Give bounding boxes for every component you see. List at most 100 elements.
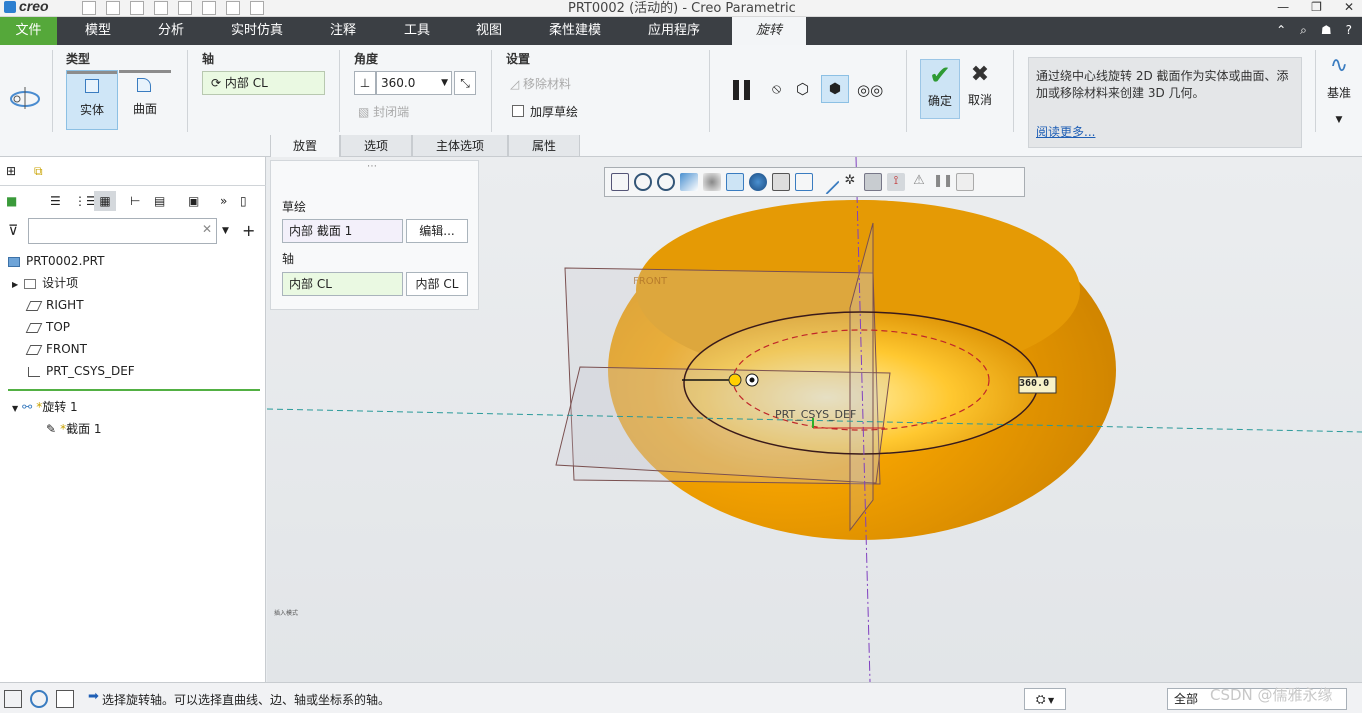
more-icon[interactable]: » bbox=[220, 191, 227, 211]
solid-button[interactable]: 实体 bbox=[66, 70, 118, 130]
remove-material-option[interactable]: ◿ 移除材料 bbox=[510, 75, 571, 92]
sketch-collector[interactable]: 内部 截面 1 bbox=[282, 219, 403, 243]
point-display-icon[interactable] bbox=[864, 173, 882, 191]
annotation-icon[interactable] bbox=[956, 173, 974, 191]
toggle-navigator-icon[interactable] bbox=[4, 690, 22, 708]
chevron-down-icon[interactable]: ▼ bbox=[12, 404, 18, 413]
datum-plane-top[interactable] bbox=[555, 366, 891, 484]
maximize-icon[interactable]: ❐ bbox=[1311, 0, 1322, 14]
save-icon[interactable] bbox=[130, 1, 144, 15]
tab-view[interactable]: 视图 bbox=[464, 17, 514, 45]
plane-display-icon[interactable] bbox=[814, 169, 840, 195]
regenerate-icon[interactable] bbox=[202, 1, 216, 15]
tree-root[interactable]: PRT0002.PRT bbox=[8, 251, 104, 271]
browser-icon[interactable] bbox=[30, 690, 48, 708]
edit-sketch-button[interactable]: 编辑... bbox=[406, 219, 468, 243]
chevron-down-icon[interactable]: ▼ bbox=[1045, 696, 1054, 705]
tree-item-section[interactable]: ✎ *截面 1 bbox=[46, 419, 102, 439]
fullscreen-icon[interactable] bbox=[56, 690, 74, 708]
tab-placement[interactable]: 放置 bbox=[270, 135, 340, 157]
section-handle[interactable] bbox=[728, 373, 742, 387]
datum-button[interactable]: ∿ 基准 ▼ bbox=[1324, 53, 1354, 125]
internal-cl-button[interactable]: 内部 CL bbox=[406, 272, 468, 296]
tree-item-design-items[interactable]: ▶ 设计项 bbox=[12, 273, 78, 293]
redo-icon[interactable] bbox=[178, 1, 192, 15]
new-icon[interactable] bbox=[82, 1, 96, 15]
tab-body-options[interactable]: 主体选项 bbox=[412, 135, 508, 157]
pause-icon[interactable] bbox=[733, 80, 739, 100]
chevron-down-icon[interactable]: ▼ bbox=[1324, 115, 1354, 125]
find-button[interactable]: ⛭ ▼ bbox=[1024, 688, 1066, 710]
minimize-icon[interactable]: — bbox=[1277, 0, 1289, 14]
show-icon[interactable]: ▣ bbox=[188, 191, 199, 211]
read-more-link[interactable]: 阅读更多... bbox=[1036, 124, 1095, 141]
windows-icon[interactable] bbox=[226, 1, 240, 15]
capped-ends-option[interactable]: ▧ 封闭端 bbox=[358, 103, 409, 120]
community-icon[interactable]: ☗ bbox=[1321, 23, 1332, 38]
axis-collector[interactable]: ⟳ 内部 CL bbox=[202, 71, 325, 95]
document-icon[interactable]: ▯ bbox=[240, 191, 247, 211]
tab-file[interactable]: 文件 bbox=[0, 17, 57, 45]
angle-dimension[interactable]: 360.0 bbox=[1019, 378, 1049, 389]
verify-mode-icon[interactable]: ◎◎ bbox=[857, 81, 883, 99]
insert-indicator[interactable] bbox=[8, 389, 260, 391]
cancel-button[interactable]: ✖ 取消 bbox=[962, 59, 998, 119]
tree-columns-icon[interactable]: ☰ bbox=[50, 191, 61, 211]
tree-filter-icon[interactable]: ⊢ bbox=[130, 191, 140, 211]
search-icon[interactable]: ⌕ bbox=[1300, 23, 1307, 38]
no-preview-icon[interactable]: ⦸ bbox=[772, 81, 781, 97]
collapse-ribbon-icon[interactable]: ⌃ bbox=[1276, 23, 1286, 38]
csys-display-icon[interactable]: ⟟ bbox=[887, 173, 905, 191]
ok-button[interactable]: ✔ 确定 bbox=[920, 59, 960, 119]
angle-value-input[interactable]: 360.0 ▼ bbox=[376, 71, 452, 95]
repaint-icon[interactable] bbox=[680, 173, 698, 191]
tab-annotate[interactable]: 注释 bbox=[318, 17, 368, 45]
annotation-display-icon[interactable] bbox=[795, 173, 813, 191]
search-input[interactable]: ✕ bbox=[28, 218, 217, 244]
chevron-right-icon[interactable]: ▶ bbox=[12, 280, 18, 289]
tab-live-simulation[interactable]: 实时仿真 bbox=[220, 17, 294, 45]
display-style-icon[interactable] bbox=[703, 173, 721, 191]
tab-revolve[interactable]: 旋转 bbox=[732, 17, 806, 45]
panel-grip[interactable]: ⋯ bbox=[367, 161, 377, 172]
help-icon[interactable]: ? bbox=[1346, 23, 1352, 38]
chevron-down-icon[interactable]: ▼ bbox=[441, 72, 448, 94]
saved-views-icon[interactable] bbox=[726, 173, 744, 191]
tree-item-csys[interactable]: PRT_CSYS_DEF bbox=[28, 361, 135, 381]
close-icon[interactable]: ✕ bbox=[1344, 0, 1354, 14]
tree-settings-icon[interactable]: ▤ bbox=[154, 191, 165, 211]
tab-options[interactable]: 选项 bbox=[340, 135, 412, 157]
tab-applications[interactable]: 应用程序 bbox=[636, 17, 712, 45]
tab-analysis[interactable]: 分析 bbox=[143, 17, 199, 45]
filter-icon[interactable]: ⊽ bbox=[8, 221, 18, 241]
thicken-sketch-checkbox[interactable] bbox=[512, 105, 524, 117]
axis-collector-panel[interactable]: 内部 CL bbox=[282, 272, 403, 296]
zoom-in-icon[interactable] bbox=[634, 173, 652, 191]
clear-icon[interactable]: ✕ bbox=[202, 222, 212, 236]
perspective-icon[interactable] bbox=[772, 173, 790, 191]
refit-icon[interactable] bbox=[611, 173, 629, 191]
tab-tools[interactable]: 工具 bbox=[392, 17, 442, 45]
tab-properties[interactable]: 属性 bbox=[508, 135, 580, 157]
add-icon[interactable]: + bbox=[242, 221, 255, 241]
tree-item-top[interactable]: TOP bbox=[25, 317, 70, 337]
tree-item-revolve[interactable]: ▼ ⚯ *旋转 1 bbox=[12, 397, 78, 417]
tree-display-icon[interactable]: ▦ bbox=[94, 191, 116, 211]
tab-flexible-modeling[interactable]: 柔性建模 bbox=[540, 17, 610, 45]
angle-type-button[interactable]: ⊥ bbox=[354, 71, 376, 95]
view-manager-icon[interactable] bbox=[749, 173, 767, 191]
spin-center-icon[interactable]: ⚠ bbox=[910, 173, 928, 191]
attached-preview-icon[interactable]: ⬡ bbox=[796, 80, 809, 98]
tab-model[interactable]: 模型 bbox=[70, 17, 126, 45]
axis-display-icon[interactable]: ✲ bbox=[841, 173, 859, 191]
layer-tab-icon[interactable]: ⧉ bbox=[34, 161, 43, 181]
flip-direction-button[interactable]: ⤡ bbox=[454, 71, 476, 95]
zoom-out-icon[interactable] bbox=[657, 173, 675, 191]
tree-item-right[interactable]: RIGHT bbox=[25, 295, 84, 315]
chevron-down-icon[interactable]: ▼ bbox=[222, 221, 229, 241]
surface-button[interactable]: 曲面 bbox=[119, 70, 171, 130]
undo-icon[interactable] bbox=[154, 1, 168, 15]
tree-tab-icon[interactable]: ⊞ bbox=[6, 161, 16, 181]
pause-animation-icon[interactable]: ❚❚ bbox=[933, 173, 953, 191]
close-window-icon[interactable] bbox=[250, 1, 264, 15]
